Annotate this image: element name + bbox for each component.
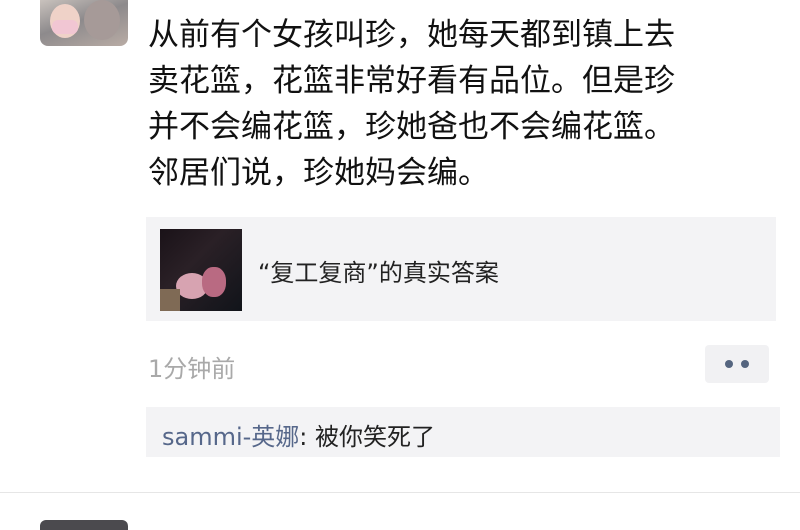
- comment-item[interactable]: sammi-英娜: 被你笑死了: [162, 417, 435, 452]
- comment-username[interactable]: sammi-英娜: [162, 423, 299, 451]
- post-text: 从前有个女孩叫珍，她每天都到镇上去 卖花篮，花篮非常好看有品位。但是珍 并不会编…: [148, 17, 675, 191]
- feed-divider: [0, 492, 800, 493]
- more-dots-icon: [741, 360, 749, 368]
- thumbnail-shape: [160, 289, 180, 311]
- shared-article-card[interactable]: “复工复商”的真实答案: [146, 217, 776, 321]
- comment-text: 被你笑死了: [315, 423, 436, 451]
- poster-avatar[interactable]: [40, 0, 128, 46]
- shared-article-title: “复工复商”的真实答案: [258, 259, 499, 287]
- post-timestamp: 1分钟前: [148, 355, 236, 383]
- avatar-face-adult: [84, 0, 120, 40]
- more-dots-icon: [725, 360, 733, 368]
- next-post-avatar[interactable]: [40, 520, 128, 530]
- more-options-button[interactable]: [705, 345, 769, 383]
- thumbnail-shape: [202, 267, 226, 297]
- comments-section: sammi-英娜: 被你笑死了: [146, 407, 780, 457]
- comment-separator: :: [299, 423, 316, 451]
- avatar-mask: [52, 20, 78, 34]
- shared-article-thumbnail: [160, 229, 242, 311]
